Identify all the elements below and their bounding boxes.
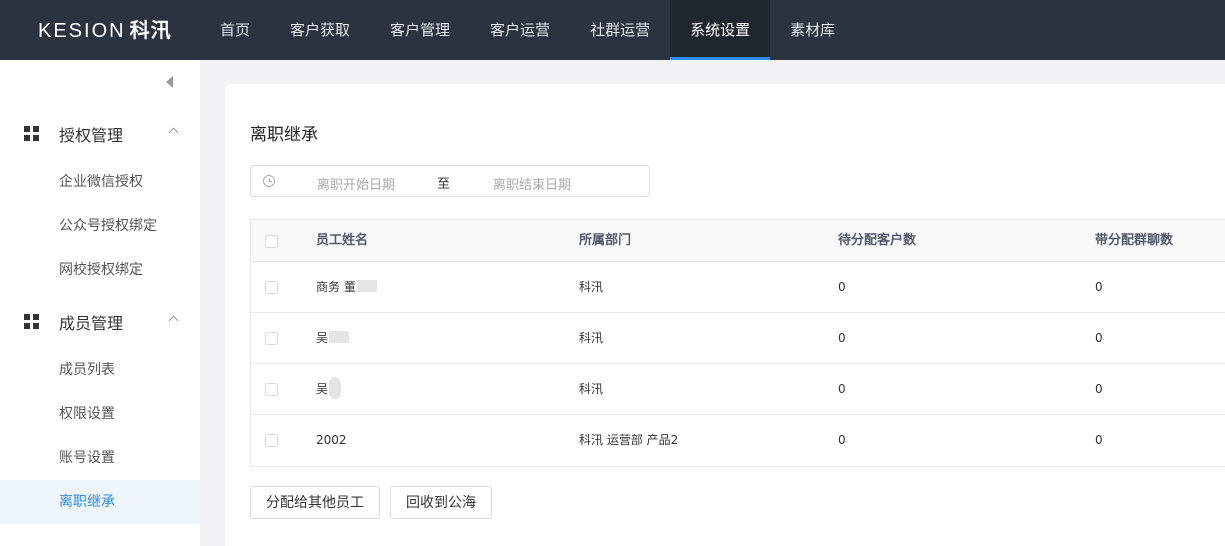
table-row: 商务 董 科汛 0 0	[251, 262, 1225, 313]
recycle-to-public-pool-button[interactable]: 回收到公海	[390, 486, 492, 519]
employee-table: 员工姓名 所属部门 待分配客户数 带分配群聊数 商务 董 科汛 0 0 吴 科汛…	[250, 219, 1225, 467]
collapse-sidebar-icon[interactable]	[166, 76, 173, 88]
grid-icon	[24, 126, 40, 142]
logo[interactable]: KESION 科汛	[38, 0, 172, 60]
logo-cn: 科汛	[129, 18, 172, 42]
page-title: 离职继承	[250, 125, 318, 145]
sidebar-item-member-list[interactable]: 成员列表	[0, 348, 200, 392]
pending-customers-cell: 0	[838, 280, 846, 294]
pending-groups-cell: 0	[1095, 280, 1103, 294]
pending-groups-cell: 0	[1095, 433, 1103, 447]
pending-customers-cell: 0	[838, 382, 846, 396]
start-date-input[interactable]: 离职开始日期	[317, 174, 395, 193]
sidebar-item-account-settings[interactable]: 账号设置	[0, 436, 200, 480]
pending-customers-cell: 0	[838, 433, 846, 447]
pending-customers-cell: 0	[838, 331, 846, 345]
clock-icon	[263, 175, 275, 187]
department-cell: 科汛 运营部 产品2	[579, 433, 679, 447]
employee-name: 商务 董	[316, 280, 356, 294]
row-checkbox[interactable]	[265, 332, 278, 345]
table-row: 吴 科汛 0 0	[251, 364, 1225, 415]
pending-groups-cell: 0	[1095, 331, 1103, 345]
sidebar-item-permission-settings[interactable]: 权限设置	[0, 392, 200, 436]
nav-material-library[interactable]: 素材库	[770, 0, 855, 60]
chevron-up-icon	[168, 315, 179, 326]
select-all-checkbox[interactable]	[265, 235, 278, 248]
assign-to-other-employee-button[interactable]: 分配给其他员工	[250, 486, 380, 519]
sidebar-item-resignation-inheritance[interactable]: 离职继承	[0, 480, 200, 524]
nav-home[interactable]: 首页	[200, 0, 270, 60]
content-card: 离职继承 离职开始日期 至 离职结束日期 员工姓名 所属部门 待分配客户数 带分…	[225, 84, 1225, 546]
top-nav-bar: KESION 科汛 首页 客户获取 客户管理 客户运营 社群运营 系统设置 素材库	[0, 0, 1225, 60]
row-checkbox[interactable]	[265, 434, 278, 447]
header-employee-name: 员工姓名	[316, 233, 369, 248]
redaction-blur	[356, 280, 377, 292]
sidebar-group-authorization[interactable]: 授权管理	[0, 113, 200, 153]
date-range-picker[interactable]: 离职开始日期 至 离职结束日期	[250, 165, 650, 197]
table-row: 吴 科汛 0 0	[251, 313, 1225, 364]
department-cell: 科汛	[579, 382, 604, 396]
department-cell: 科汛	[579, 280, 604, 294]
employee-name: 吴	[316, 382, 329, 396]
nav-community-operate[interactable]: 社群运营	[570, 0, 670, 60]
employee-name-cell: 吴	[316, 364, 342, 415]
row-checkbox[interactable]	[265, 281, 278, 294]
row-checkbox[interactable]	[265, 383, 278, 396]
nav-customer-acquire[interactable]: 客户获取	[270, 0, 370, 60]
date-separator: 至	[437, 177, 451, 192]
redaction-blur	[329, 377, 342, 399]
sidebar-item-school-bind[interactable]: 网校授权绑定	[0, 248, 200, 292]
header-department: 所属部门	[579, 233, 632, 248]
header-pending-customers: 待分配客户数	[838, 233, 917, 248]
employee-name-cell: 2002	[316, 433, 347, 447]
department-cell: 科汛	[579, 331, 604, 345]
table-row: 2002 科汛 运营部 产品2 0 0	[251, 415, 1225, 466]
sidebar: 授权管理 企业微信授权 公众号授权绑定 网校授权绑定 成员管理 成员列表 权限设…	[0, 60, 200, 546]
end-date-input[interactable]: 离职结束日期	[493, 174, 571, 193]
sidebar-item-wecom-auth[interactable]: 企业微信授权	[0, 160, 200, 204]
header-pending-groups: 带分配群聊数	[1095, 233, 1174, 248]
redaction-blur	[329, 331, 350, 343]
sidebar-group-members[interactable]: 成员管理	[0, 301, 200, 341]
sidebar-group-label: 成员管理	[59, 314, 124, 333]
main-nav: 首页 客户获取 客户管理 客户运营 社群运营 系统设置 素材库	[200, 0, 855, 60]
nav-system-settings[interactable]: 系统设置	[670, 0, 771, 60]
logo-brand: KESION	[38, 20, 126, 42]
employee-name-cell: 吴	[316, 313, 350, 364]
sidebar-group-label: 授权管理	[59, 126, 124, 145]
chevron-up-icon	[168, 127, 179, 138]
employee-name: 吴	[316, 331, 329, 345]
employee-name-cell: 商务 董	[316, 262, 377, 313]
nav-customer-manage[interactable]: 客户管理	[370, 0, 470, 60]
nav-customer-operate[interactable]: 客户运营	[470, 0, 570, 60]
grid-icon	[24, 314, 40, 330]
sidebar-item-official-account-bind[interactable]: 公众号授权绑定	[0, 204, 200, 248]
table-header-row: 员工姓名 所属部门 待分配客户数 带分配群聊数	[251, 220, 1225, 262]
pending-groups-cell: 0	[1095, 382, 1103, 396]
